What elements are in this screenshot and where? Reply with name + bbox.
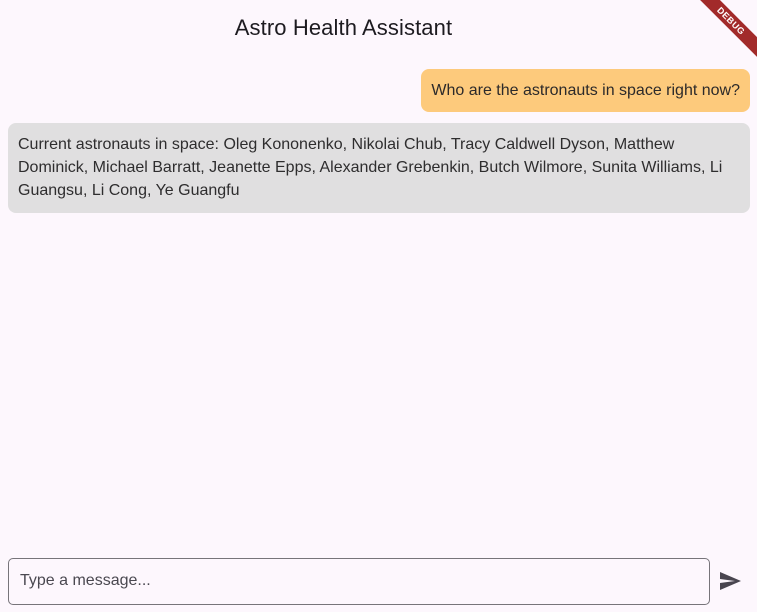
debug-banner: DEBUG bbox=[687, 0, 757, 70]
send-button[interactable] bbox=[710, 557, 750, 605]
composer-bar bbox=[8, 557, 750, 605]
message-row-assistant: Current astronauts in space: Oleg Konone… bbox=[8, 123, 750, 213]
app-bar: Astro Health Assistant bbox=[0, 0, 687, 56]
app-title: Astro Health Assistant bbox=[234, 15, 453, 40]
assistant-message-bubble: Current astronauts in space: Oleg Konone… bbox=[8, 123, 750, 213]
message-row-user: Who are the astronauts in space right no… bbox=[8, 69, 750, 112]
debug-banner-label: DEBUG bbox=[689, 0, 757, 63]
user-message-bubble: Who are the astronauts in space right no… bbox=[421, 69, 750, 112]
send-icon bbox=[720, 572, 741, 590]
message-list[interactable]: Who are the astronauts in space right no… bbox=[8, 69, 750, 224]
message-input[interactable] bbox=[8, 557, 710, 605]
